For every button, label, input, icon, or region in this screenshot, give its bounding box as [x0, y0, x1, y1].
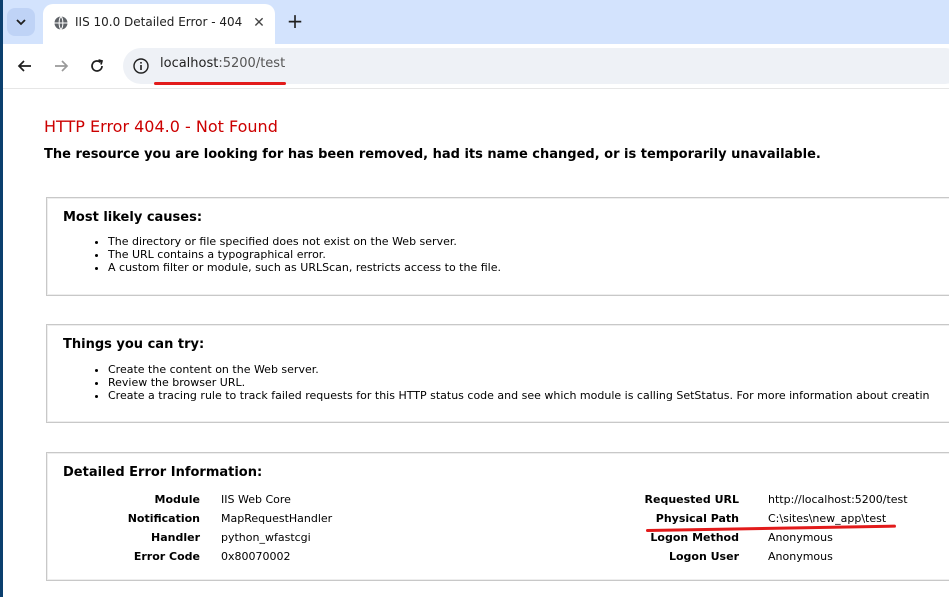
page-content: HTTP Error 404.0 - Not Found The resourc… — [0, 89, 949, 597]
list-item: A custom filter or module, such as URLSc… — [108, 261, 501, 274]
list-item: Create the content on the Web server. — [108, 363, 930, 376]
tab-strip: IIS 10.0 Detailed Error - 404.0 - Not Fo… — [0, 0, 949, 44]
forward-arrow-icon — [55, 60, 69, 72]
detail-label-handler: Handler — [151, 531, 200, 544]
info-icon[interactable] — [132, 57, 150, 75]
forward-button[interactable] — [49, 54, 73, 78]
detail-label-logon-user: Logon User — [668, 550, 739, 563]
detail-label-logon-method: Logon Method — [650, 531, 739, 544]
error-title: HTTP Error 404.0 - Not Found — [44, 117, 278, 136]
url-text[interactable]: localhost:5200/test — [160, 56, 285, 71]
detail-value-requested-url: http://localhost:5200/test — [768, 493, 908, 506]
detail-value-notification: MapRequestHandler — [221, 512, 333, 525]
annotation-underline-url — [154, 82, 286, 85]
detail-label-notification: Notification — [127, 512, 200, 525]
close-icon[interactable]: ✕ — [251, 15, 267, 31]
detail-label-error-code: Error Code — [133, 550, 200, 563]
back-button[interactable] — [13, 54, 37, 78]
detail-label-module: Module — [154, 493, 200, 506]
error-subtitle: The resource you are looking for has bee… — [44, 147, 821, 162]
detail-label-physical-path: Physical Path — [655, 512, 739, 525]
detail-label-requested-url: Requested URL — [644, 493, 739, 506]
tab-search-button[interactable] — [7, 8, 35, 36]
address-bar[interactable]: localhost:5200/test — [123, 48, 949, 84]
detail-value-physical-path: C:\sites\new_app\test — [768, 512, 887, 525]
detail-value-error-code: 0x80070002 — [221, 550, 291, 563]
tab-title: IIS 10.0 Detailed Error - 404.0 - Not Fo… — [75, 15, 243, 29]
chevron-down-icon — [16, 19, 26, 26]
reload-button[interactable] — [85, 54, 109, 78]
active-tab[interactable]: IIS 10.0 Detailed Error - 404.0 - Not Fo… — [43, 4, 275, 44]
detail-value-module: IIS Web Core — [221, 493, 291, 506]
plus-icon[interactable]: + — [283, 9, 307, 33]
detail-value-logon-method: Anonymous — [768, 531, 833, 544]
details-box: Detailed Error Information: Module IIS W… — [46, 452, 949, 581]
detail-value-handler: python_wfastcgi — [221, 531, 311, 544]
back-arrow-icon — [17, 60, 31, 72]
browser-toolbar: localhost:5200/test — [0, 44, 949, 89]
globe-icon — [54, 16, 68, 30]
try-box: Things you can try: Create the content o… — [46, 324, 949, 423]
causes-list: The directory or file specified does not… — [89, 235, 501, 274]
list-item: The directory or file specified does not… — [108, 235, 501, 248]
list-item: Review the browser URL. — [108, 376, 930, 389]
list-item: Create a tracing rule to track failed re… — [108, 389, 930, 402]
list-item: The URL contains a typographical error. — [108, 248, 501, 261]
details-heading: Detailed Error Information: — [63, 465, 263, 480]
causes-box: Most likely causes: The directory or fil… — [46, 197, 949, 296]
detail-value-logon-user: Anonymous — [768, 550, 833, 563]
try-heading: Things you can try: — [63, 337, 205, 352]
try-list: Create the content on the Web server. Re… — [89, 363, 930, 402]
causes-heading: Most likely causes: — [63, 210, 203, 225]
window-edge — [0, 0, 3, 597]
reload-icon — [91, 59, 104, 72]
